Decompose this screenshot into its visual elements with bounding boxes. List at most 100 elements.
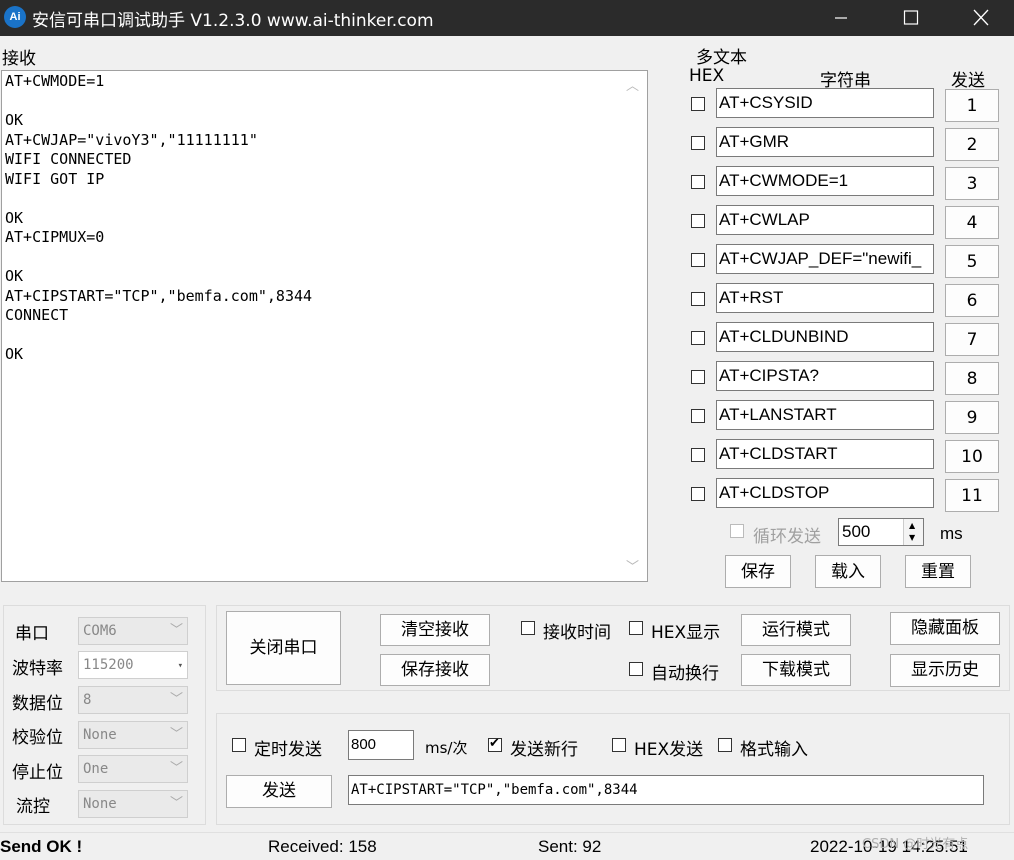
multi-string-input[interactable]: AT+CWJAP_DEF="newifi_ [716,244,934,274]
loop-interval-value: 500 [842,522,871,541]
multi-string-input[interactable]: AT+RST [716,283,934,313]
maximize-button[interactable] [888,0,934,36]
flow-label: 流控 [16,797,50,817]
hex-row-checkbox[interactable] [691,253,705,267]
chevron-down-icon: ﹀ [169,761,183,776]
multi-send-button[interactable]: 1 [945,89,999,122]
port-label: 串口 [15,624,49,644]
receive-line: WIFI CONNECTED [5,150,132,168]
scroll-down-icon[interactable]: ﹀ [626,558,639,578]
flow-value: None [83,796,117,812]
receive-line [5,248,644,268]
stopbits-label: 停止位 [12,763,63,783]
close-window-button[interactable] [958,0,1004,36]
send-newline-checkbox[interactable] [488,736,502,752]
multi-send-button[interactable]: 11 [945,479,999,512]
loop-send-checkbox[interactable] [730,524,744,538]
hex-row-checkbox[interactable] [691,370,705,384]
clear-receive-button[interactable]: 清空接收 [380,614,490,646]
receive-line [5,92,644,112]
download-mode-button[interactable]: 下载模式 [741,654,851,686]
multi-send-button[interactable]: 9 [945,401,999,434]
send-input[interactable]: AT+CIPSTART="TCP","bemfa.com",8344 [348,775,984,805]
flow-select[interactable]: None ﹀ [78,790,188,818]
dropdown-arrow-icon: ▾ [177,661,183,671]
recv-time-checkbox[interactable] [521,621,535,635]
multi-string-input[interactable]: AT+CWMODE=1 [716,166,934,196]
hex-row-checkbox[interactable] [691,214,705,228]
minimize-button[interactable] [818,0,864,36]
hex-row-checkbox[interactable] [691,409,705,423]
multi-send-button[interactable]: 8 [945,362,999,395]
receive-line: CONNECT [5,306,69,324]
auto-wrap-label: 自动换行 [651,664,719,684]
port-select[interactable]: COM6 ﹀ [78,617,188,645]
hex-row-checkbox[interactable] [691,136,705,150]
load-multi-button[interactable]: 载入 [815,555,881,588]
hex-row-checkbox[interactable] [691,292,705,306]
hex-display-checkbox[interactable] [629,621,643,635]
auto-wrap-checkbox[interactable] [629,662,643,676]
window-title: 安信可串口调试助手 V1.2.3.0 www.ai-thinker.com [32,11,434,31]
status-bar: Send OK ! Received: 158 Sent: 92 2022-10… [0,832,1014,860]
close-port-button[interactable]: 关闭串口 [226,611,341,685]
show-history-button[interactable]: 显示历史 [890,654,1000,687]
hex-row-checkbox[interactable] [691,97,705,111]
multi-send-button[interactable]: 2 [945,128,999,161]
multi-string-input[interactable]: AT+CLDSTART [716,439,934,469]
hex-row-checkbox[interactable] [691,448,705,462]
multi-send-button[interactable]: 3 [945,167,999,200]
loop-interval-spinner[interactable]: 500 ▲ ▼ [838,518,924,546]
receive-textarea[interactable]: AT+CWMODE=1 OK AT+CWJAP="vivoY3","11111111… [1,70,648,582]
multi-send-button[interactable]: 10 [945,440,999,473]
parity-select[interactable]: None ﹀ [78,721,188,749]
timed-interval-input[interactable]: 800 [348,730,414,760]
reset-multi-button[interactable]: 重置 [905,555,971,588]
run-mode-button[interactable]: 运行模式 [741,614,851,646]
multi-string-input[interactable]: AT+GMR [716,127,934,157]
save-multi-button[interactable]: 保存 [725,555,791,588]
multi-send-button[interactable]: 4 [945,206,999,239]
port-value: COM6 [83,623,117,639]
timed-send-checkbox[interactable] [232,738,246,752]
hex-display-label: HEX显示 [651,623,721,643]
databits-select[interactable]: 8 ﹀ [78,686,188,714]
multi-send-button[interactable]: 7 [945,323,999,356]
receive-line: AT+CIPMUX=0 [5,228,105,246]
scroll-up-icon[interactable]: ︿ [626,77,639,97]
multi-string-input[interactable]: AT+LANSTART [716,400,934,430]
baud-select[interactable]: 115200 ▾ [78,651,188,679]
spin-up-icon[interactable]: ▲ [909,521,915,530]
receive-line [5,189,644,209]
hex-row-checkbox[interactable] [691,175,705,189]
hide-panel-button[interactable]: 隐藏面板 [890,612,1000,645]
loop-unit-label: ms [940,524,963,543]
format-input-checkbox[interactable] [718,738,732,752]
send-button[interactable]: 发送 [226,775,332,808]
stopbits-value: One [83,761,109,777]
multi-string-input[interactable]: AT+CSYSID [716,88,934,118]
multi-string-input[interactable]: AT+CLDSTOP [716,478,934,508]
send-status-text: Send OK ! [0,837,83,856]
multi-send-button[interactable]: 6 [945,284,999,317]
receive-line: OK [5,267,24,285]
multi-string-input[interactable]: AT+CLDUNBIND [716,322,934,352]
parity-value: None [83,727,117,743]
hex-row-checkbox[interactable] [691,331,705,345]
received-count: Received: 158 [268,837,377,856]
spinner-arrows[interactable]: ▲ ▼ [903,519,923,545]
multi-string-input[interactable]: AT+CWLAP [716,205,934,235]
hex-row-checkbox[interactable] [691,487,705,501]
hex-send-checkbox[interactable] [612,738,626,752]
multi-text-label: 多文本 [696,48,747,68]
save-receive-button[interactable]: 保存接收 [380,654,490,686]
watermark-text: CSDN @时光有点 [862,837,969,852]
receive-line: OK [5,345,24,363]
multi-send-button[interactable]: 5 [945,245,999,278]
spin-down-icon[interactable]: ▼ [909,533,915,542]
receive-line: OK [5,208,24,227]
stopbits-select[interactable]: One ﹀ [78,755,188,783]
timed-send-label: 定时发送 [254,740,322,760]
multi-string-input[interactable]: AT+CIPSTA? [716,361,934,391]
format-input-label: 格式输入 [740,740,808,760]
